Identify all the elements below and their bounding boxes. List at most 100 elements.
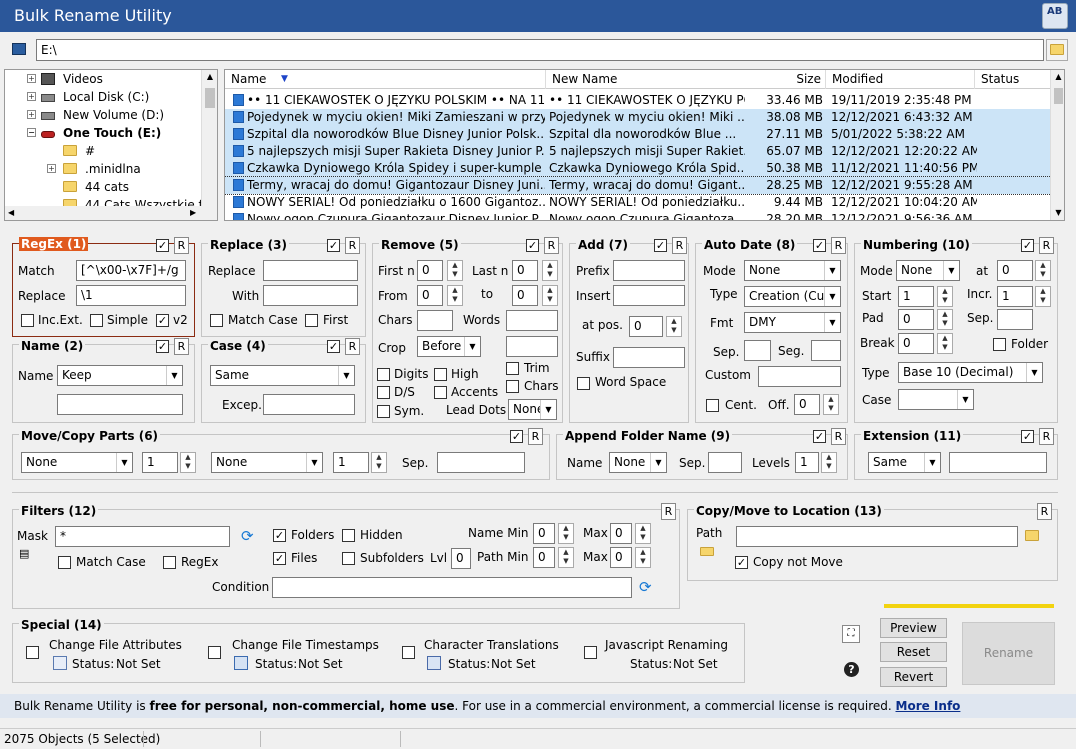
remove-firstn-spinner[interactable]: ▲ ▼	[447, 260, 463, 281]
numbering-type-select[interactable]: Base 10 (Decimal) ▼	[898, 362, 1043, 383]
remove-enable-checkbox[interactable]: ✓	[526, 239, 539, 252]
appendfolder-levels-spinner[interactable]: ▲ ▼	[821, 452, 837, 473]
remove-ds-checkbox[interactable]	[377, 386, 390, 399]
replace-enable-checkbox[interactable]: ✓	[327, 239, 340, 252]
folder-icon[interactable]	[1025, 530, 1039, 541]
refresh-icon[interactable]: ⟳	[241, 527, 254, 545]
numbering-pad-spinner[interactable]: ▲ ▼	[937, 309, 953, 330]
special-attributes-checkbox[interactable]	[26, 646, 39, 659]
movecopy-to-select[interactable]: None ▼	[211, 452, 323, 473]
column-modified[interactable]: Modified	[825, 70, 975, 89]
add-reset-button[interactable]: R	[672, 237, 687, 254]
numbering-pad-input[interactable]: 0	[898, 309, 934, 330]
filters-max-input[interactable]: 0	[610, 523, 632, 544]
appendfolder-name-select[interactable]: None ▼	[609, 452, 667, 473]
name-reset-button[interactable]: R	[174, 338, 189, 355]
remove-firstn-input[interactable]: 0	[417, 260, 443, 281]
numbering-mode-select[interactable]: None ▼	[896, 260, 960, 281]
scroll-thumb[interactable]	[1054, 88, 1063, 104]
extension-input[interactable]	[949, 452, 1047, 473]
filters-namemin-spinner[interactable]: ▲ ▼	[558, 523, 574, 544]
incext-checkbox[interactable]	[21, 314, 34, 327]
case-excep-input[interactable]	[263, 394, 355, 415]
remove-crop-select[interactable]: Before ▼	[417, 336, 481, 357]
appendfolder-sep-input[interactable]	[708, 452, 742, 473]
replace-with-input[interactable]	[263, 285, 358, 306]
appendfolder-levels-input[interactable]: 1	[795, 452, 819, 473]
remove-chars-checkbox[interactable]	[506, 380, 519, 393]
autodate-off-input[interactable]: 0	[794, 394, 820, 415]
column-name[interactable]: Name ▼	[225, 70, 546, 89]
fullscreen-icon[interactable]: ⛶	[842, 625, 860, 643]
regex-replace-input[interactable]: \1	[76, 285, 186, 306]
filters-regex-checkbox[interactable]	[163, 556, 176, 569]
scroll-down-icon[interactable]: ▼	[1051, 206, 1064, 220]
filters-max-spinner[interactable]: ▲ ▼	[635, 523, 651, 544]
column-size[interactable]: Size	[745, 70, 825, 89]
numbering-break-spinner[interactable]: ▲ ▼	[937, 333, 953, 354]
appendfolder-enable-checkbox[interactable]: ✓	[813, 430, 826, 443]
extension-mode-select[interactable]: Same ▼	[868, 452, 941, 473]
movecopy-reset-button[interactable]: R	[528, 428, 543, 445]
scroll-thumb[interactable]	[205, 88, 215, 108]
scroll-right-icon[interactable]: ▶	[190, 206, 196, 220]
filters-reset-button[interactable]: R	[661, 503, 676, 520]
replace-from-input[interactable]	[263, 260, 358, 281]
preview-button[interactable]: Preview	[880, 618, 947, 638]
special-translations-checkbox[interactable]	[402, 646, 415, 659]
autodate-seg-input[interactable]	[811, 340, 841, 361]
refresh-icon[interactable]: ⟳	[639, 578, 652, 596]
add-atpos-input[interactable]: 0	[629, 316, 663, 337]
name-mode-select[interactable]: Keep ▼	[57, 365, 183, 386]
add-insert-input[interactable]	[613, 285, 685, 306]
scroll-up-icon[interactable]: ▲	[202, 70, 217, 84]
extension-enable-checkbox[interactable]: ✓	[1021, 430, 1034, 443]
add-suffix-input[interactable]	[613, 347, 685, 368]
remove-to-input[interactable]: 0	[512, 285, 538, 306]
numbering-break-input[interactable]: 0	[898, 333, 934, 354]
replace-reset-button[interactable]: R	[345, 237, 360, 254]
filters-files-checkbox[interactable]: ✓	[273, 552, 286, 565]
filters-namemin-input[interactable]: 0	[533, 523, 555, 544]
autodate-mode-select[interactable]: None ▼	[744, 260, 841, 281]
remove-chars-input[interactable]	[417, 310, 453, 331]
numbering-incr-spinner[interactable]: ▲ ▼	[1035, 286, 1051, 307]
filters-folders-checkbox[interactable]: ✓	[273, 529, 286, 542]
remove-lastn-spinner[interactable]: ▲ ▼	[542, 260, 558, 281]
autodate-custom-input[interactable]	[758, 366, 841, 387]
table-row[interactable]: 5 najlepszych misji Super Rakieta Disney…	[225, 143, 1051, 160]
movecopy-count2-input[interactable]: 1	[333, 452, 369, 473]
add-enable-checkbox[interactable]: ✓	[654, 239, 667, 252]
remove-digits-checkbox[interactable]	[377, 368, 390, 381]
revert-button[interactable]: Revert	[880, 667, 947, 687]
numbering-reset-button[interactable]: R	[1039, 237, 1054, 254]
list-scrollbar[interactable]: ▲ ▼	[1050, 70, 1064, 220]
table-row[interactable]: Szpital dla noworodków Blue Disney Junio…	[225, 126, 1051, 143]
movecopy-enable-checkbox[interactable]: ✓	[510, 430, 523, 443]
numbering-folder-checkbox[interactable]	[993, 338, 1006, 351]
appendfolder-reset-button[interactable]: R	[831, 428, 846, 445]
remove-words-input[interactable]	[506, 310, 558, 331]
case-mode-select[interactable]: Same ▼	[210, 365, 355, 386]
table-row[interactable]: •• 11 CIEKAWOSTEK O JĘZYKU POLSKIM •• NA…	[225, 92, 1051, 109]
filters-condition-input[interactable]	[272, 577, 632, 598]
copymove-reset-button[interactable]: R	[1037, 503, 1052, 520]
table-row[interactable]: Termy, wracaj do domu! Gigantozaur Disne…	[225, 176, 1052, 195]
replace-first-checkbox[interactable]	[305, 314, 318, 327]
remove-sym-checkbox[interactable]	[377, 405, 390, 418]
remove-high-checkbox[interactable]	[434, 368, 447, 381]
autodate-reset-button[interactable]: R	[831, 237, 846, 254]
movecopy-count-spinner[interactable]: ▲ ▼	[180, 452, 196, 473]
scroll-up-icon[interactable]: ▲	[1051, 70, 1064, 84]
filters-mask-input[interactable]: *	[55, 526, 230, 547]
filters-pathmin-spinner[interactable]: ▲ ▼	[558, 547, 574, 568]
special-timestamps-checkbox[interactable]	[208, 646, 221, 659]
more-info-link[interactable]: More Info	[896, 699, 961, 713]
folder-tree[interactable]: + Videos + Local Disk (C:) + New Volume (D:…	[4, 69, 218, 221]
expand-icon[interactable]: +	[27, 92, 36, 101]
numbering-incr-input[interactable]: 1	[997, 286, 1033, 307]
scroll-left-icon[interactable]: ◀	[8, 206, 14, 220]
help-icon[interactable]: ?	[844, 662, 859, 677]
filters-subfolders-checkbox[interactable]	[342, 552, 355, 565]
expand-icon[interactable]: +	[47, 164, 56, 173]
